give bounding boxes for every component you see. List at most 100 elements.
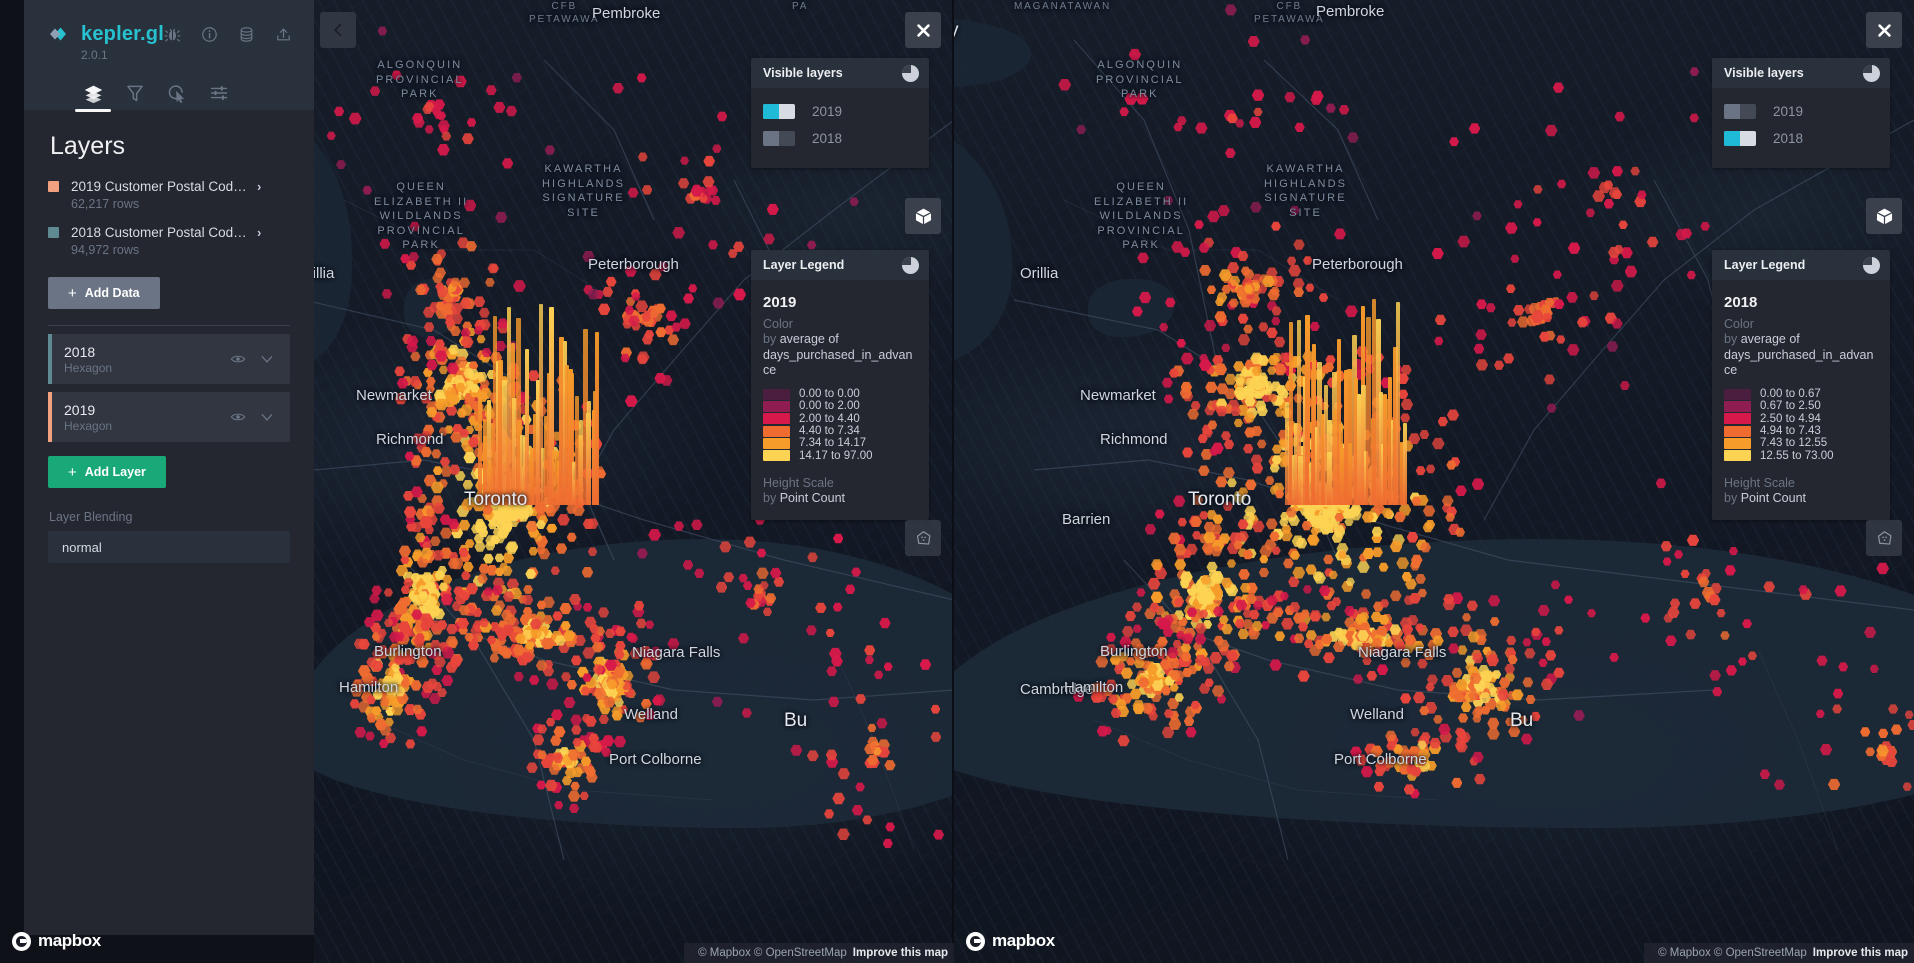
hexagon-bin <box>667 334 679 346</box>
hexagon-bin <box>1504 664 1515 675</box>
layer-visibility-toggle[interactable] <box>763 131 795 146</box>
hexagon-bin <box>495 553 505 563</box>
visible-layer-label: 2019 <box>1773 104 1803 119</box>
cube-3d-icon <box>1875 207 1894 226</box>
layer-visibility-toggle[interactable] <box>763 104 795 119</box>
hexagon-bin <box>559 602 571 614</box>
legend-by-word: by <box>763 332 776 346</box>
layer-visibility-toggle[interactable] <box>1724 104 1756 119</box>
hexagon-bin <box>826 628 835 637</box>
toggle-3d-button-right[interactable] <box>1866 198 1902 234</box>
hexagon-bin <box>1345 305 1358 318</box>
hexagon-bin <box>379 238 390 249</box>
hexagon-bin <box>1716 609 1725 618</box>
panel-collapse-toggle[interactable] <box>902 65 919 82</box>
hexagon-bin <box>849 197 858 206</box>
hexagon-bin <box>1533 185 1543 195</box>
hexagon-bin <box>1508 725 1520 737</box>
hexagon-bin <box>416 655 429 668</box>
chevron-right-icon[interactable]: › <box>257 225 261 240</box>
draw-polygon-button-left[interactable] <box>905 520 941 556</box>
legend-by-word: by <box>1724 332 1737 346</box>
chevron-down-icon[interactable] <box>260 410 274 424</box>
tab-layers[interactable] <box>72 76 114 110</box>
close-map-right-button[interactable] <box>1866 12 1902 48</box>
hexagon-column <box>478 396 482 505</box>
share-icon[interactable] <box>275 26 292 43</box>
legend-layer-name: 2018 <box>1724 294 1878 311</box>
visible-layer-row-2018[interactable]: 2018 <box>763 131 917 146</box>
panel-collapse-toggle[interactable] <box>902 257 919 274</box>
collapse-sidebar-button[interactable] <box>320 12 356 48</box>
layer-card-2019[interactable]: 2019 Hexagon <box>48 392 290 442</box>
hexagon-bin <box>392 70 402 80</box>
mapbox-logo-left[interactable]: mapbox <box>12 931 101 951</box>
layer-visibility-toggle[interactable] <box>1724 131 1756 146</box>
hexagon-bin <box>1689 598 1701 610</box>
hexagon-bin <box>885 822 895 832</box>
hexagon-bin <box>1432 247 1444 259</box>
hexagon-bin <box>807 552 818 563</box>
visible-layer-row-2019[interactable]: 2019 <box>1724 104 1878 119</box>
panel-collapse-toggle[interactable] <box>1863 65 1880 82</box>
legend-height-scale-left: Height Scale by Point Count <box>763 476 917 507</box>
hexagon-bin <box>1614 111 1625 122</box>
hexagon-bin <box>630 647 642 659</box>
layer-blending-select[interactable]: normal <box>48 531 290 563</box>
tab-filters[interactable] <box>114 76 156 110</box>
hexagon-bin <box>440 527 452 539</box>
panel-collapse-toggle[interactable] <box>1863 257 1880 274</box>
add-data-button[interactable]: + Add Data <box>48 277 160 309</box>
map-split-divider[interactable] <box>952 0 954 963</box>
hexagon-bin <box>1661 541 1672 552</box>
close-map-left-button[interactable] <box>905 12 941 48</box>
info-icon[interactable] <box>201 26 218 43</box>
database-icon[interactable] <box>238 26 255 43</box>
chevron-down-icon[interactable] <box>260 352 274 366</box>
hexagon-bin <box>1225 148 1236 159</box>
hexagon-bin <box>1259 567 1269 577</box>
dataset-item[interactable]: 2019 Customer Postal Codes… › 62,217 row… <box>48 179 290 211</box>
dataset-name: 2018 Customer Postal Codes… <box>71 225 253 240</box>
hexagon-bin <box>1181 352 1194 365</box>
add-layer-button[interactable]: + Add Layer <box>48 456 166 488</box>
draw-polygon-button-right[interactable] <box>1866 520 1902 556</box>
toggle-3d-button-left[interactable] <box>905 198 941 234</box>
hexagon-bin <box>1663 557 1672 566</box>
eye-icon[interactable] <box>230 409 246 425</box>
hexagon-bin <box>1573 710 1585 722</box>
bug-icon[interactable] <box>164 26 181 43</box>
header-icon-group <box>164 26 292 43</box>
hexagon-bin <box>1447 626 1459 638</box>
dataset-color-swatch <box>48 227 59 238</box>
dataset-item[interactable]: 2018 Customer Postal Codes… › 94,972 row… <box>48 225 290 257</box>
hexagon-bin <box>1221 431 1231 441</box>
hexagon-bin <box>807 240 817 250</box>
improve-map-link[interactable]: Improve this map <box>1813 947 1908 959</box>
hexagon-bin <box>655 327 666 338</box>
hexagon-bin <box>1665 635 1677 647</box>
hexagon-bin <box>439 365 448 374</box>
hexagon-bin <box>1390 590 1402 602</box>
mapbox-logo-right[interactable]: mapbox <box>966 931 1055 951</box>
hexagon-bin <box>598 303 611 316</box>
hexagon-bin <box>1609 653 1619 663</box>
hexagon-bin <box>1266 518 1278 530</box>
legend-height-value: Point Count <box>780 491 845 505</box>
tab-basemap[interactable] <box>198 76 240 110</box>
eye-icon[interactable] <box>230 351 246 367</box>
layer-card-2018[interactable]: 2018 Hexagon <box>48 334 290 384</box>
chevron-right-icon[interactable]: › <box>257 179 261 194</box>
improve-map-link[interactable]: Improve this map <box>853 947 948 959</box>
hexagon-bin <box>864 645 875 656</box>
hexagon-bin <box>644 709 656 721</box>
visible-layer-row-2018[interactable]: 2018 <box>1724 131 1878 146</box>
hexagon-bin <box>440 457 450 467</box>
hexagon-bin <box>557 513 570 526</box>
hexagon-bin <box>1506 284 1516 294</box>
visible-layers-panel-left: Visible layers 2019 2018 <box>751 58 929 168</box>
tab-interactions[interactable] <box>156 76 198 110</box>
visible-layer-row-2019[interactable]: 2019 <box>763 104 917 119</box>
hexagon-bin <box>712 696 723 707</box>
hexagon-bin <box>474 296 486 308</box>
